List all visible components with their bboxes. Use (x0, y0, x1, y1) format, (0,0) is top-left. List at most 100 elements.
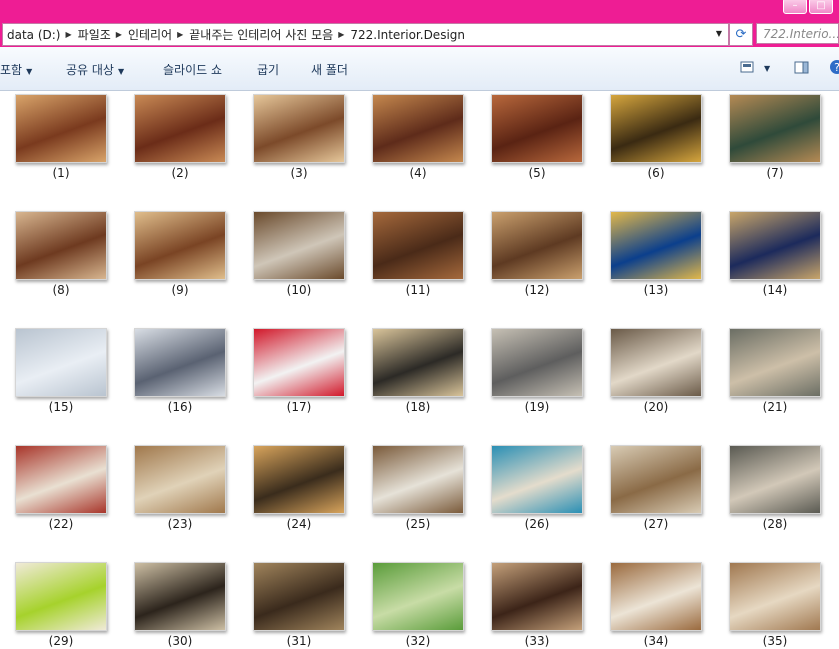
file-thumbnail[interactable] (610, 562, 702, 631)
file-thumbnail[interactable] (610, 211, 702, 280)
file-item[interactable]: (3) (253, 94, 345, 180)
breadcrumb-folder-1[interactable]: 파일조 (74, 26, 114, 43)
file-item[interactable]: (26) (491, 445, 583, 531)
file-item[interactable]: (7) (729, 94, 821, 180)
share-button[interactable]: 공유 대상 ▼ (66, 61, 124, 78)
file-thumbnail[interactable] (253, 94, 345, 163)
file-item[interactable]: (34) (610, 562, 702, 648)
file-thumbnail[interactable] (372, 328, 464, 397)
file-item[interactable]: (8) (15, 211, 107, 297)
file-thumbnail[interactable] (610, 328, 702, 397)
help-icon[interactable]: ? (829, 59, 839, 78)
file-thumbnail[interactable] (372, 94, 464, 163)
file-thumbnail[interactable] (491, 445, 583, 514)
file-item[interactable]: (33) (491, 562, 583, 648)
file-thumbnail[interactable] (253, 211, 345, 280)
new-folder-button[interactable]: 새 폴더 (311, 61, 348, 78)
chevron-right-icon[interactable]: ▶ (336, 30, 346, 39)
file-thumbnail[interactable] (15, 211, 107, 280)
slideshow-button[interactable]: 슬라이드 쇼 (163, 61, 222, 78)
file-item[interactable]: (22) (15, 445, 107, 531)
file-thumbnail[interactable] (134, 562, 226, 631)
chevron-down-icon: ▼ (117, 67, 125, 76)
chevron-right-icon[interactable]: ▶ (175, 30, 185, 39)
file-item[interactable]: (9) (134, 211, 226, 297)
file-thumbnail[interactable] (253, 562, 345, 631)
file-thumbnail[interactable] (15, 445, 107, 514)
file-thumbnail[interactable] (729, 445, 821, 514)
search-input[interactable]: 722.Interio... (756, 23, 839, 44)
file-thumbnail[interactable] (253, 445, 345, 514)
file-thumbnail[interactable] (372, 211, 464, 280)
file-item[interactable]: (25) (372, 445, 464, 531)
file-item[interactable]: (35) (729, 562, 821, 648)
view-options-icon[interactable] (740, 61, 754, 76)
chevron-down-icon[interactable]: ▼ (764, 64, 770, 73)
file-name: (18) (405, 400, 431, 414)
file-item[interactable]: (30) (134, 562, 226, 648)
file-item[interactable]: (32) (372, 562, 464, 648)
file-item[interactable]: (6) (610, 94, 702, 180)
file-item[interactable]: (27) (610, 445, 702, 531)
file-thumbnail[interactable] (491, 94, 583, 163)
file-item[interactable]: (11) (372, 211, 464, 297)
file-item[interactable]: (4) (372, 94, 464, 180)
file-item[interactable]: (18) (372, 328, 464, 414)
file-item[interactable]: (2) (134, 94, 226, 180)
file-item[interactable]: (1) (15, 94, 107, 180)
breadcrumb-current[interactable]: 722.Interior.Design (346, 28, 468, 42)
file-thumbnail[interactable] (491, 328, 583, 397)
file-thumbnail[interactable] (372, 445, 464, 514)
file-name: (31) (286, 634, 312, 648)
file-item[interactable]: (28) (729, 445, 821, 531)
file-thumbnail[interactable] (134, 211, 226, 280)
maximize-icon[interactable]: □ (809, 0, 833, 14)
include-button[interactable]: 포함 ▼ (0, 61, 32, 78)
file-thumbnail[interactable] (729, 562, 821, 631)
file-thumbnail[interactable] (491, 562, 583, 631)
file-item[interactable]: (5) (491, 94, 583, 180)
chevron-down-icon[interactable]: ▼ (716, 29, 722, 38)
file-item[interactable]: (29) (15, 562, 107, 648)
breadcrumb-folder-2[interactable]: 인테리어 (124, 26, 175, 43)
breadcrumb-drive[interactable]: data (D:) (3, 28, 64, 42)
preview-pane-icon[interactable] (794, 61, 809, 77)
file-item[interactable]: (17) (253, 328, 345, 414)
file-thumbnail[interactable] (729, 328, 821, 397)
file-item[interactable]: (13) (610, 211, 702, 297)
file-thumbnail[interactable] (372, 562, 464, 631)
address-bar[interactable]: data (D:) ▶ 파일조 ▶ 인테리어 ▶ 끝내주는 인테리어 사진 모음… (2, 23, 729, 46)
file-thumbnail[interactable] (15, 94, 107, 163)
file-thumbnail[interactable] (729, 211, 821, 280)
burn-button[interactable]: 굽기 (257, 61, 279, 78)
file-item[interactable]: (10) (253, 211, 345, 297)
file-thumbnail[interactable] (253, 328, 345, 397)
chevron-right-icon[interactable]: ▶ (64, 30, 74, 39)
file-thumbnail[interactable] (729, 94, 821, 163)
file-item[interactable]: (12) (491, 211, 583, 297)
file-thumbnail[interactable] (134, 94, 226, 163)
chevron-right-icon[interactable]: ▶ (114, 30, 124, 39)
refresh-icon[interactable]: ⟳ (729, 23, 753, 46)
file-item[interactable]: (23) (134, 445, 226, 531)
file-thumbnail[interactable] (134, 445, 226, 514)
file-item[interactable]: (15) (15, 328, 107, 414)
file-thumbnail[interactable] (610, 445, 702, 514)
file-grid: (1) (2) (3) (4) (5) (6) (7) (8) (9) (10) (11) (12) (… (0, 90, 839, 649)
minimize-icon[interactable]: – (783, 0, 807, 14)
file-item[interactable]: (21) (729, 328, 821, 414)
file-name: (30) (167, 634, 193, 648)
file-name: (22) (48, 517, 74, 531)
file-thumbnail[interactable] (491, 211, 583, 280)
file-item[interactable]: (16) (134, 328, 226, 414)
breadcrumb-folder-3[interactable]: 끝내주는 인테리어 사진 모음 (185, 26, 336, 43)
file-item[interactable]: (20) (610, 328, 702, 414)
file-thumbnail[interactable] (134, 328, 226, 397)
file-thumbnail[interactable] (610, 94, 702, 163)
file-item[interactable]: (31) (253, 562, 345, 648)
file-item[interactable]: (14) (729, 211, 821, 297)
file-thumbnail[interactable] (15, 328, 107, 397)
file-item[interactable]: (24) (253, 445, 345, 531)
file-item[interactable]: (19) (491, 328, 583, 414)
file-thumbnail[interactable] (15, 562, 107, 631)
